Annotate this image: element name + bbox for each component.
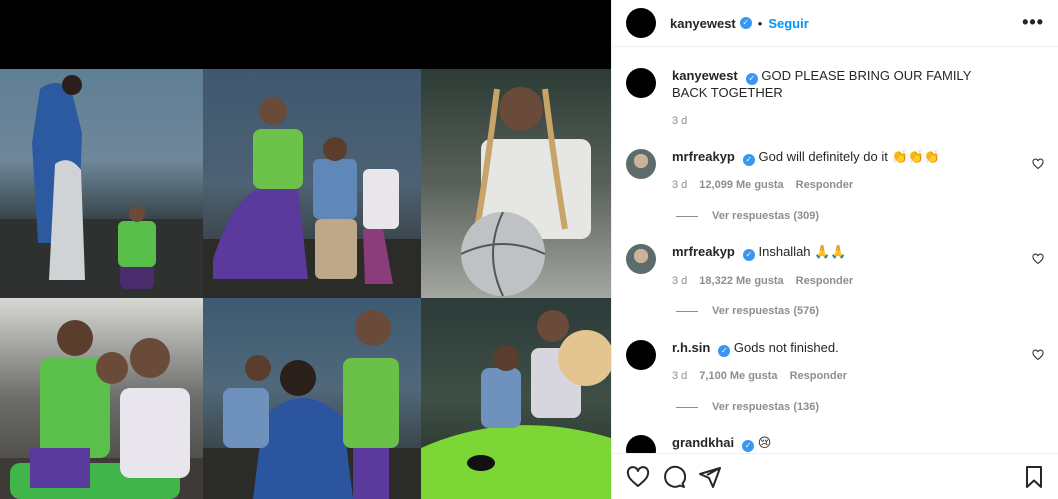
caption-username[interactable]: kanyewest <box>672 68 738 83</box>
comment-like-heart-icon[interactable] <box>1032 158 1044 170</box>
collage-photo-3 <box>421 69 611 298</box>
reply-button[interactable]: Responder <box>790 370 847 382</box>
collage-photo-6 <box>421 298 611 499</box>
comment-item: grandkhai ✓ 😢 <box>626 435 1044 453</box>
comment-meta: 3 d 12,099 Me gusta Responder <box>672 179 853 191</box>
view-replies-label: Ver respuestas (576) <box>712 305 820 317</box>
commenter-avatar[interactable] <box>626 340 656 370</box>
more-options-icon[interactable]: ••• <box>1022 12 1044 33</box>
collage-photo-2 <box>203 69 421 298</box>
comment-item: r.h.sin ✓ Gods not finished. <box>626 340 1044 370</box>
author-username[interactable]: kanyewest <box>670 16 736 31</box>
comment-text: God will definitely do it 👏👏👏 <box>758 149 941 164</box>
view-replies-label: Ver respuestas (309) <box>712 210 820 222</box>
caption-meta: 3 d <box>672 115 687 127</box>
post-header: kanyewest ✓ • Seguir ••• <box>612 0 1058 47</box>
comment-body: mrfreakyp ✓ God will definitely do it 👏👏👏 <box>672 149 1002 179</box>
comment-body: r.h.sin ✓ Gods not finished. <box>672 340 1002 370</box>
bookmark-icon[interactable] <box>1022 465 1046 489</box>
reply-button[interactable]: Responder <box>796 275 853 287</box>
comment-like-heart-icon[interactable] <box>1032 253 1044 265</box>
verified-badge-icon: ✓ <box>742 154 755 166</box>
comment-likes[interactable]: 7,100 Me gusta <box>699 370 777 382</box>
comment-likes[interactable]: 12,099 Me gusta <box>699 179 783 191</box>
collage-photo-1 <box>0 69 203 298</box>
heart-icon[interactable] <box>626 465 650 489</box>
comment-username[interactable]: r.h.sin <box>672 340 710 355</box>
view-replies-label: Ver respuestas (136) <box>712 401 820 413</box>
comment-item: mrfreakyp ✓ Inshallah 🙏🙏 <box>626 244 1044 274</box>
view-replies-button[interactable]: Ver respuestas (136) <box>676 401 819 413</box>
commenter-avatar[interactable] <box>626 435 656 453</box>
follow-button[interactable]: Seguir <box>768 16 808 31</box>
comment-time[interactable]: 3 d <box>672 370 687 382</box>
post-actions-bar <box>612 453 1058 499</box>
comment-username[interactable]: mrfreakyp <box>672 149 735 164</box>
replies-divider <box>676 215 698 217</box>
replies-divider <box>676 310 698 312</box>
commenter-avatar[interactable] <box>626 149 656 179</box>
share-icon[interactable] <box>698 465 722 489</box>
comment-username[interactable]: grandkhai <box>672 435 734 450</box>
verified-badge-icon: ✓ <box>745 73 758 85</box>
comments-list[interactable]: kanyewest ✓ GOD PLEASE BRING OUR FAMILY B… <box>612 48 1058 453</box>
comment-like-heart-icon[interactable] <box>1032 349 1044 361</box>
view-replies-button[interactable]: Ver respuestas (576) <box>676 305 819 317</box>
verified-badge-icon: ✓ <box>742 440 755 452</box>
comment-username[interactable]: mrfreakyp <box>672 244 735 259</box>
caption-time[interactable]: 3 d <box>672 115 687 127</box>
comment-item: mrfreakyp ✓ God will definitely do it 👏👏👏 <box>626 149 1044 179</box>
collage-photo-5 <box>203 298 421 499</box>
author-avatar[interactable] <box>626 8 656 38</box>
post-details-panel: kanyewest ✓ • Seguir ••• kanyewest ✓ GOD … <box>611 0 1058 499</box>
comment-body: grandkhai ✓ 😢 <box>672 435 1002 453</box>
comment-time[interactable]: 3 d <box>672 275 687 287</box>
comment-text: Gods not finished. <box>733 340 839 355</box>
comment-text: 😢 <box>757 435 772 450</box>
comment-body: mrfreakyp ✓ Inshallah 🙏🙏 <box>672 244 1002 274</box>
replies-divider <box>676 406 698 408</box>
verified-badge-icon: ✓ <box>742 249 755 261</box>
view-replies-button[interactable]: Ver respuestas (309) <box>676 210 819 222</box>
commenter-avatar[interactable] <box>626 244 656 274</box>
comment-meta: 3 d 18,322 Me gusta Responder <box>672 275 853 287</box>
verified-badge-icon: ✓ <box>739 17 752 29</box>
reply-button[interactable]: Responder <box>796 179 853 191</box>
caption: kanyewest ✓ GOD PLEASE BRING OUR FAMILY B… <box>672 68 1002 101</box>
collage-photo-4 <box>0 298 203 499</box>
verified-badge-icon: ✓ <box>718 345 731 357</box>
post-media[interactable] <box>0 0 611 499</box>
separator-dot: • <box>757 15 763 31</box>
comment-icon[interactable] <box>662 465 686 489</box>
comment-meta: 3 d 7,100 Me gusta Responder <box>672 370 847 382</box>
comment-time[interactable]: 3 d <box>672 179 687 191</box>
caption-row: kanyewest ✓ GOD PLEASE BRING OUR FAMILY B… <box>626 68 1044 101</box>
author-avatar[interactable] <box>626 68 656 98</box>
comment-likes[interactable]: 18,322 Me gusta <box>699 275 783 287</box>
photo-collage <box>0 69 611 499</box>
comment-text: Inshallah 🙏🙏 <box>758 244 847 259</box>
